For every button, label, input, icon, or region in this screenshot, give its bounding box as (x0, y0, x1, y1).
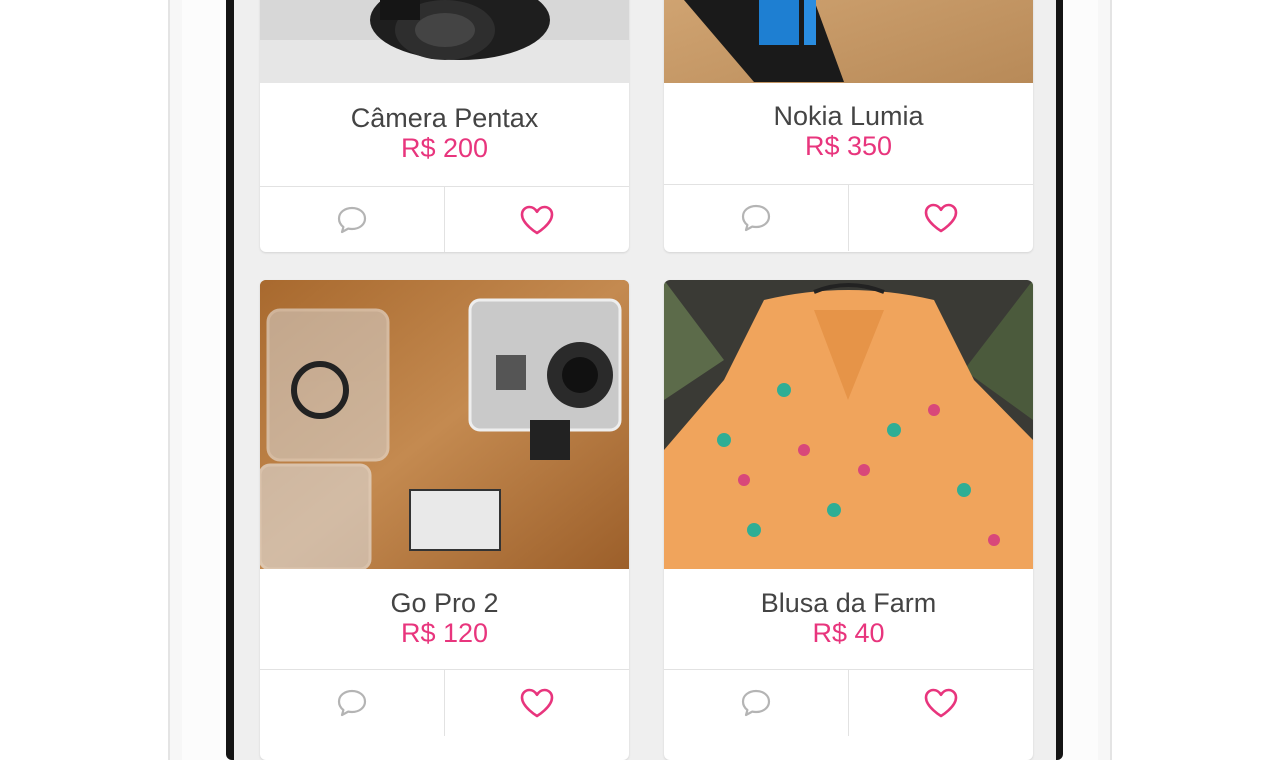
comment-bubble-icon (336, 688, 368, 718)
like-button[interactable] (444, 670, 629, 736)
card-actions (664, 184, 1033, 251)
card-actions (260, 669, 629, 736)
product-price: R$ 200 (400, 133, 489, 163)
product-image-camera[interactable] (260, 0, 629, 83)
product-feed[interactable]: Câmera Pentax R$ 200 Nokia Lumia R$ 350 … (234, 0, 1056, 760)
card-actions (260, 186, 629, 252)
heart-icon (923, 202, 959, 234)
comment-button[interactable] (664, 670, 848, 736)
product-price: R$ 120 (400, 618, 489, 648)
product-title[interactable]: Câmera Pentax (260, 103, 629, 133)
product-card[interactable]: Go Pro 2 R$ 120 (260, 280, 629, 760)
product-title[interactable]: Nokia Lumia (664, 101, 1033, 131)
comment-button[interactable] (260, 670, 444, 736)
comment-bubble-icon (336, 205, 368, 235)
heart-icon (519, 687, 555, 719)
like-button[interactable] (848, 670, 1033, 736)
product-price: R$ 350 (804, 131, 893, 161)
heart-icon (519, 204, 555, 236)
product-image-gopro[interactable] (260, 280, 629, 569)
product-card[interactable]: Câmera Pentax R$ 200 (260, 0, 629, 252)
comment-bubble-icon (740, 203, 772, 233)
heart-icon (923, 687, 959, 719)
product-image-phone[interactable] (664, 0, 1033, 83)
product-card[interactable]: Blusa da Farm R$ 40 (664, 280, 1033, 760)
card-actions (664, 669, 1033, 736)
comment-button[interactable] (664, 185, 848, 251)
like-button[interactable] (848, 185, 1033, 251)
product-title[interactable]: Blusa da Farm (664, 588, 1033, 618)
product-title[interactable]: Go Pro 2 (260, 588, 629, 618)
product-price: R$ 40 (812, 618, 885, 648)
comment-bubble-icon (740, 688, 772, 718)
product-card[interactable]: Nokia Lumia R$ 350 (664, 0, 1033, 252)
comment-button[interactable] (260, 187, 444, 252)
like-button[interactable] (444, 187, 629, 252)
product-image-shirt[interactable] (664, 280, 1033, 569)
